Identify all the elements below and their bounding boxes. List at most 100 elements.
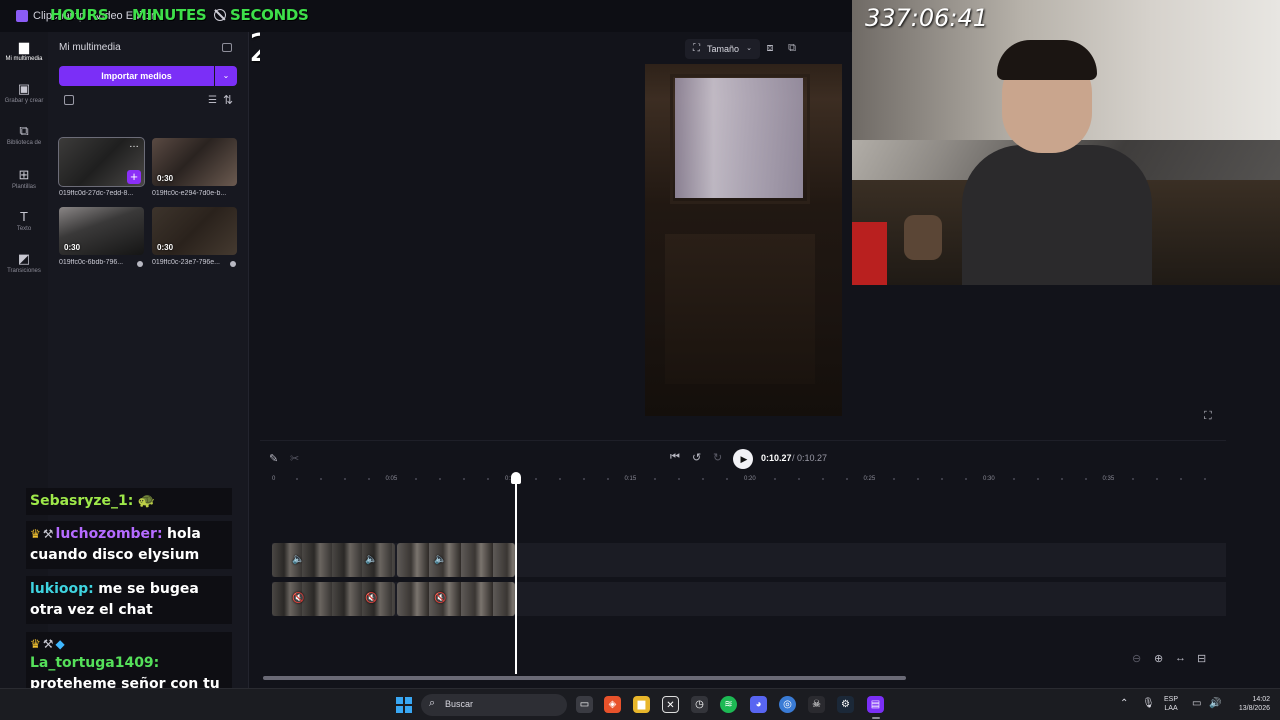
rail-item-library[interactable]: ⧉ Biblioteca de xyxy=(0,120,48,160)
time-ruler-dot xyxy=(773,478,776,480)
rail-item-templates[interactable]: ⊞ Plantillas xyxy=(0,164,48,204)
check-icon xyxy=(230,261,236,267)
frame-icon[interactable]: ⧉ xyxy=(785,42,799,56)
windows-start-icon[interactable] xyxy=(396,697,412,713)
crop-icon[interactable]: ⧈ xyxy=(763,42,777,56)
expand-timeline-icon[interactable]: ⊟ xyxy=(1197,652,1206,665)
spotify-icon[interactable]: ≋ xyxy=(720,696,737,713)
taskbar-search[interactable]: ⌕ Buscar xyxy=(421,694,567,716)
zoom-in-icon[interactable]: ⊕ xyxy=(1154,652,1163,665)
forward-icon[interactable]: ↻ xyxy=(713,451,722,464)
time-ruler-dot xyxy=(678,478,681,480)
seconds-label: SECONDS xyxy=(230,6,309,24)
network-icon[interactable]: ▭ xyxy=(1192,698,1201,709)
time-ruler-dot xyxy=(534,478,537,480)
time-ruler-dot xyxy=(487,478,490,480)
media-item[interactable]: 0:30 xyxy=(152,207,237,255)
video-preview[interactable] xyxy=(645,64,842,416)
cube-badge-icon: ◆ xyxy=(55,637,65,651)
media-item[interactable]: 0:30 xyxy=(152,138,237,186)
rail-item-text[interactable]: T Texto xyxy=(0,206,48,246)
current-time: 0:10.27 xyxy=(761,453,792,463)
import-media-button[interactable]: Importar medios xyxy=(59,66,214,86)
magic-wand-icon[interactable]: ✎ xyxy=(269,452,278,465)
time-ruler-dot xyxy=(606,478,609,480)
timeline-scrollbar[interactable] xyxy=(263,676,906,680)
time-ruler-dot xyxy=(941,478,944,480)
capcut-icon[interactable]: ✕ xyxy=(662,696,679,713)
play-button[interactable]: ▶ xyxy=(733,449,753,469)
select-all-checkbox[interactable] xyxy=(64,95,74,105)
chat-username: lukioop: xyxy=(30,581,94,597)
split-icon[interactable]: ✂ xyxy=(290,452,299,465)
playhead-handle[interactable] xyxy=(511,472,521,484)
discord-icon[interactable]: ◕ xyxy=(750,696,767,713)
time-ruler-dot xyxy=(343,478,346,480)
chrome-icon[interactable]: ◎ xyxy=(779,696,796,713)
task-view-icon[interactable]: ▭ xyxy=(576,696,593,713)
speaker-icon[interactable]: 🔊 xyxy=(1209,698,1221,709)
system-clock[interactable]: 14:02 13/8/2026 xyxy=(1226,695,1270,713)
skip-back-icon[interactable]: ⏮ xyxy=(670,451,680,464)
playhead[interactable] xyxy=(515,473,517,674)
stream-uptime-timer: 337:06:41 xyxy=(865,4,989,32)
rail-item-label: Texto xyxy=(16,226,32,232)
muted-icon[interactable]: 🔇 xyxy=(434,593,446,604)
microphone-icon[interactable]: 🎙 xyxy=(1142,698,1155,709)
time-ruler-dot xyxy=(1060,478,1063,480)
pickaxe-badge-icon: ⚒ xyxy=(42,527,54,541)
library-icon: ⧉ xyxy=(19,123,29,138)
time-ruler-dot xyxy=(893,478,896,480)
add-to-timeline-icon[interactable]: + xyxy=(127,170,141,184)
search-placeholder: Buscar xyxy=(445,699,474,709)
time-ruler-dot xyxy=(1084,478,1087,480)
timeline-clip[interactable]: 🔈 🔈 xyxy=(272,543,395,577)
media-item[interactable]: … + xyxy=(58,137,145,187)
fullscreen-icon[interactable]: ⛶ xyxy=(1204,410,1212,423)
volume-icon[interactable]: 🔈 xyxy=(365,554,377,565)
chat-username: luchozomber: xyxy=(55,526,163,542)
time-ruler-dot xyxy=(319,478,322,480)
volume-icon[interactable]: 🔈 xyxy=(434,554,446,565)
folder-icon: ▆ xyxy=(19,39,29,54)
clock-app-icon[interactable]: ◷ xyxy=(691,696,708,713)
sort-icon[interactable]: ⇅ xyxy=(223,93,233,107)
clipchamp-taskbar-icon[interactable]: ▤ xyxy=(867,696,884,719)
fit-timeline-icon[interactable]: ↔ xyxy=(1175,652,1186,664)
language-indicator[interactable]: ESP LAA xyxy=(1164,695,1178,713)
muted-icon[interactable]: 🔇 xyxy=(292,593,304,604)
rail-item-record[interactable]: ▣ Grabar y crear xyxy=(0,78,48,118)
file-explorer-icon[interactable]: ▆ xyxy=(633,696,650,713)
chat-message: lukioop: me se bugea otra vez el chat xyxy=(26,576,232,624)
timeline-clip[interactable]: 🔈 xyxy=(397,543,515,577)
timeline-clip[interactable]: 🔇 xyxy=(397,582,515,616)
timeline-clip[interactable]: 🔇 🔇 xyxy=(272,582,395,616)
import-dropdown-chevron-icon[interactable]: ⌄ xyxy=(215,66,237,86)
templates-icon: ⊞ xyxy=(18,167,30,182)
webcam-overlay xyxy=(852,0,1280,285)
rewind-icon[interactable]: ↺ xyxy=(692,451,701,464)
rail-item-my-media[interactable]: ▆ Mi multimedia xyxy=(0,36,48,76)
collapse-panel-icon[interactable] xyxy=(222,43,232,52)
filter-icon[interactable]: ☰ xyxy=(208,95,217,106)
muted-icon[interactable]: 🔇 xyxy=(365,593,377,604)
clock-time: 14:02 xyxy=(1252,696,1270,703)
webcam-keyboard xyxy=(852,222,887,285)
time-ruler-tick: 0:30 xyxy=(983,476,995,482)
skull-app-icon[interactable]: ☠ xyxy=(808,696,825,713)
windows-taskbar: ⌕ Buscar ▭ ◈ ▆ ✕ ◷ ≋ ◕ ◎ ☠ ⚙ ▤ ⌃ 🎙 ESP L… xyxy=(0,688,1280,720)
brave-browser-icon[interactable]: ◈ xyxy=(604,696,621,713)
steam-icon[interactable]: ⚙ xyxy=(837,696,854,713)
tray-overflow-chevron-icon[interactable]: ⌃ xyxy=(1120,698,1128,709)
volume-icon[interactable]: 🔈 xyxy=(292,554,304,565)
more-options-icon[interactable]: … xyxy=(129,139,139,150)
time-ruler-dot xyxy=(1036,478,1039,480)
zoom-out-icon[interactable]: ⊖ xyxy=(1132,652,1141,665)
timeline-panel: ✎ ✂ ⏮ ↺ ↻ ▶ 0:10.27 / 0:10.27 00:050:100… xyxy=(260,440,1226,688)
language-code: ESP xyxy=(1164,696,1179,703)
rail-item-transitions[interactable]: ◩ Transiciones xyxy=(0,248,48,288)
media-item[interactable]: 0:30 xyxy=(59,207,144,255)
search-icon: ⌕ xyxy=(429,697,436,709)
text-icon: T xyxy=(20,209,28,224)
size-dropdown-button[interactable]: ⛶ Tamaño ⌄ xyxy=(685,39,760,59)
